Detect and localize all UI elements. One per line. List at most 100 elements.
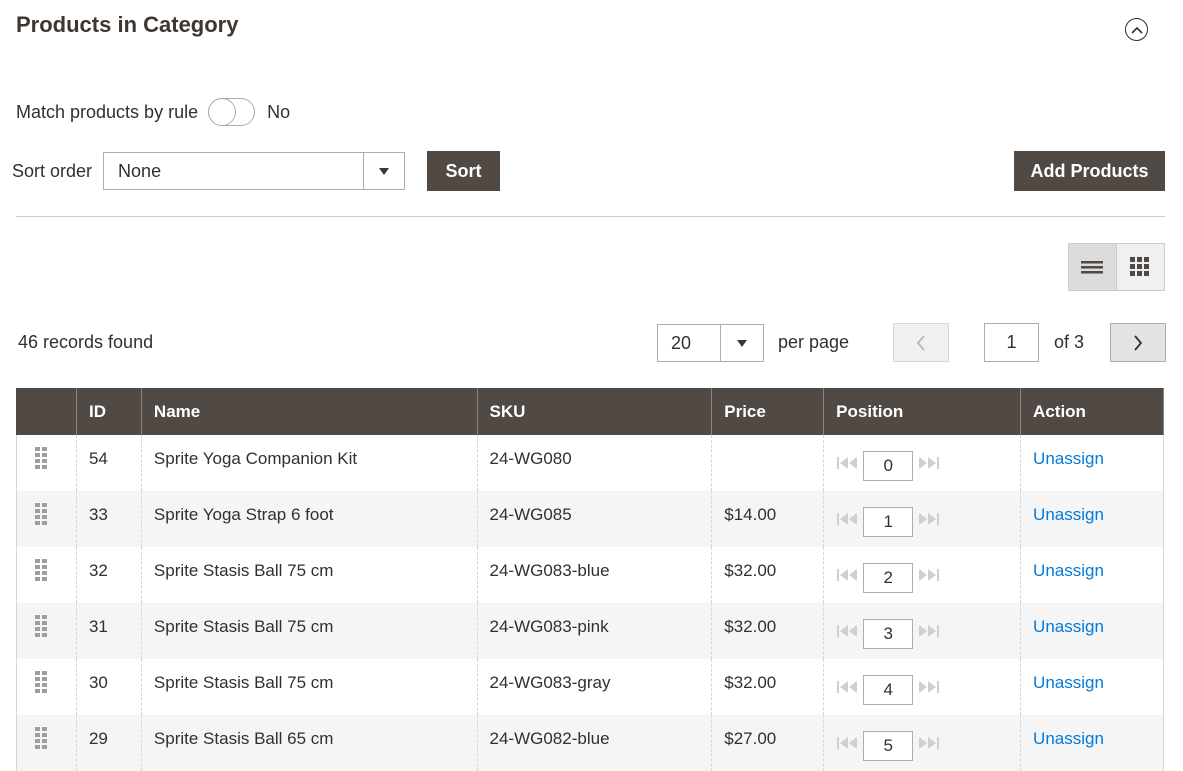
cell-sku: 24-WG083-blue xyxy=(476,547,713,603)
records-found: 46 records found xyxy=(18,332,154,352)
cell-name: Sprite Stasis Ball 75 cm xyxy=(140,547,478,603)
table-row: 30 Sprite Stasis Ball 75 cm 24-WG083-gray $… xyxy=(16,659,1164,715)
table-row: 54 Sprite Yoga Companion Kit 24-WG080 0 Unas… xyxy=(16,435,1164,491)
move-last-icon[interactable] xyxy=(916,624,940,638)
move-first-icon[interactable] xyxy=(836,680,860,694)
chevron-up-icon xyxy=(1130,26,1143,34)
grid-view-icon xyxy=(1130,257,1150,276)
dropdown-arrow-icon xyxy=(363,153,404,189)
cell-name: Sprite Stasis Ball 65 cm xyxy=(140,715,478,771)
move-last-icon[interactable] xyxy=(916,456,940,470)
current-page-input[interactable]: 1 xyxy=(984,323,1039,362)
drag-cell xyxy=(16,491,77,547)
section-title: Products in Category xyxy=(16,12,239,37)
sort-button[interactable]: Sort xyxy=(427,151,500,191)
drag-handle-icon[interactable] xyxy=(35,671,47,693)
column-header-action: Action xyxy=(1020,388,1164,435)
grid-header-row: ID Name SKU Price Position Action xyxy=(16,388,1164,435)
cell-id: 30 xyxy=(75,659,142,715)
per-page-label: per page xyxy=(778,332,850,352)
cell-action: Unassign xyxy=(1020,435,1164,491)
position-input[interactable]: 5 xyxy=(863,731,914,761)
grid-view-button[interactable] xyxy=(1116,244,1164,290)
move-last-icon[interactable] xyxy=(916,680,940,694)
cell-position: 5 xyxy=(823,715,1022,771)
drag-cell xyxy=(16,659,77,715)
match-rule-value: No xyxy=(267,101,291,122)
dropdown-arrow-icon xyxy=(720,325,763,361)
position-input[interactable]: 4 xyxy=(863,675,914,705)
move-first-icon[interactable] xyxy=(836,512,860,526)
match-rule-toggle[interactable] xyxy=(208,98,256,126)
next-page-button[interactable] xyxy=(1110,323,1166,362)
cell-position: 1 xyxy=(823,491,1022,547)
column-header-sku[interactable]: SKU xyxy=(476,388,713,435)
move-last-icon[interactable] xyxy=(916,736,940,750)
table-row: 32 Sprite Stasis Ball 75 cm 24-WG083-blue $… xyxy=(16,547,1164,603)
cell-id: 54 xyxy=(75,435,142,491)
cell-position: 2 xyxy=(823,547,1022,603)
list-view-icon xyxy=(1081,261,1104,274)
move-first-icon[interactable] xyxy=(836,736,860,750)
drag-handle-icon[interactable] xyxy=(35,615,47,637)
sort-order-select[interactable]: None xyxy=(103,152,406,190)
list-view-button[interactable] xyxy=(1069,244,1117,290)
position-input[interactable]: 2 xyxy=(863,563,914,593)
move-first-icon[interactable] xyxy=(836,456,860,470)
position-input[interactable]: 1 xyxy=(863,507,914,537)
table-row: 33 Sprite Yoga Strap 6 foot 24-WG085 $14.00… xyxy=(16,491,1164,547)
move-first-icon[interactable] xyxy=(836,624,860,638)
column-header-position[interactable]: Position xyxy=(823,388,1022,435)
cell-id: 31 xyxy=(75,603,142,659)
drag-handle-icon[interactable] xyxy=(35,447,47,469)
unassign-link[interactable]: Unassign xyxy=(1033,617,1104,636)
drag-cell xyxy=(16,715,77,771)
cell-price: $32.00 xyxy=(711,659,825,715)
cell-id: 33 xyxy=(75,491,142,547)
drag-handle-icon[interactable] xyxy=(35,503,47,525)
column-header-id[interactable]: ID xyxy=(75,388,142,435)
table-row: 29 Sprite Stasis Ball 65 cm 24-WG082-blue $… xyxy=(16,715,1164,771)
cell-price: $32.00 xyxy=(711,547,825,603)
position-input[interactable]: 3 xyxy=(863,619,914,649)
unassign-link[interactable]: Unassign xyxy=(1033,729,1104,748)
per-page-select[interactable]: 20 xyxy=(657,324,764,362)
cell-action: Unassign xyxy=(1020,547,1164,603)
collapse-section-button[interactable] xyxy=(1125,18,1148,41)
unassign-link[interactable]: Unassign xyxy=(1033,505,1104,524)
cell-action: Unassign xyxy=(1020,491,1164,547)
cell-id: 29 xyxy=(75,715,142,771)
cell-price: $14.00 xyxy=(711,491,825,547)
drag-handle-icon[interactable] xyxy=(35,559,47,581)
cell-sku: 24-WG085 xyxy=(476,491,713,547)
move-last-icon[interactable] xyxy=(916,568,940,582)
unassign-link[interactable]: Unassign xyxy=(1033,449,1104,468)
match-rule-row: Match products by rule No xyxy=(16,98,290,126)
cell-name: Sprite Stasis Ball 75 cm xyxy=(140,659,478,715)
chevron-left-icon xyxy=(916,334,925,351)
cell-sku: 24-WG083-gray xyxy=(476,659,713,715)
toggle-knob xyxy=(208,98,237,126)
page-total: of 3 xyxy=(1054,332,1085,352)
cell-sku: 24-WG080 xyxy=(476,435,713,491)
add-products-button[interactable]: Add Products xyxy=(1014,151,1165,191)
drag-handle-icon[interactable] xyxy=(35,727,47,749)
cell-sku: 24-WG083-pink xyxy=(476,603,713,659)
position-input[interactable]: 0 xyxy=(863,451,914,481)
previous-page-button[interactable] xyxy=(893,323,949,362)
cell-action: Unassign xyxy=(1020,603,1164,659)
unassign-link[interactable]: Unassign xyxy=(1033,673,1104,692)
column-header-name[interactable]: Name xyxy=(140,388,478,435)
column-header-drag xyxy=(16,388,77,435)
cell-action: Unassign xyxy=(1020,659,1164,715)
move-first-icon[interactable] xyxy=(836,568,860,582)
move-last-icon[interactable] xyxy=(916,512,940,526)
drag-cell xyxy=(16,435,77,491)
products-grid: ID Name SKU Price Position Action 54 Spri… xyxy=(16,388,1164,771)
divider xyxy=(16,216,1165,217)
unassign-link[interactable]: Unassign xyxy=(1033,561,1104,580)
column-header-price[interactable]: Price xyxy=(711,388,825,435)
drag-cell xyxy=(16,603,77,659)
cell-sku: 24-WG082-blue xyxy=(476,715,713,771)
cell-action: Unassign xyxy=(1020,715,1164,771)
